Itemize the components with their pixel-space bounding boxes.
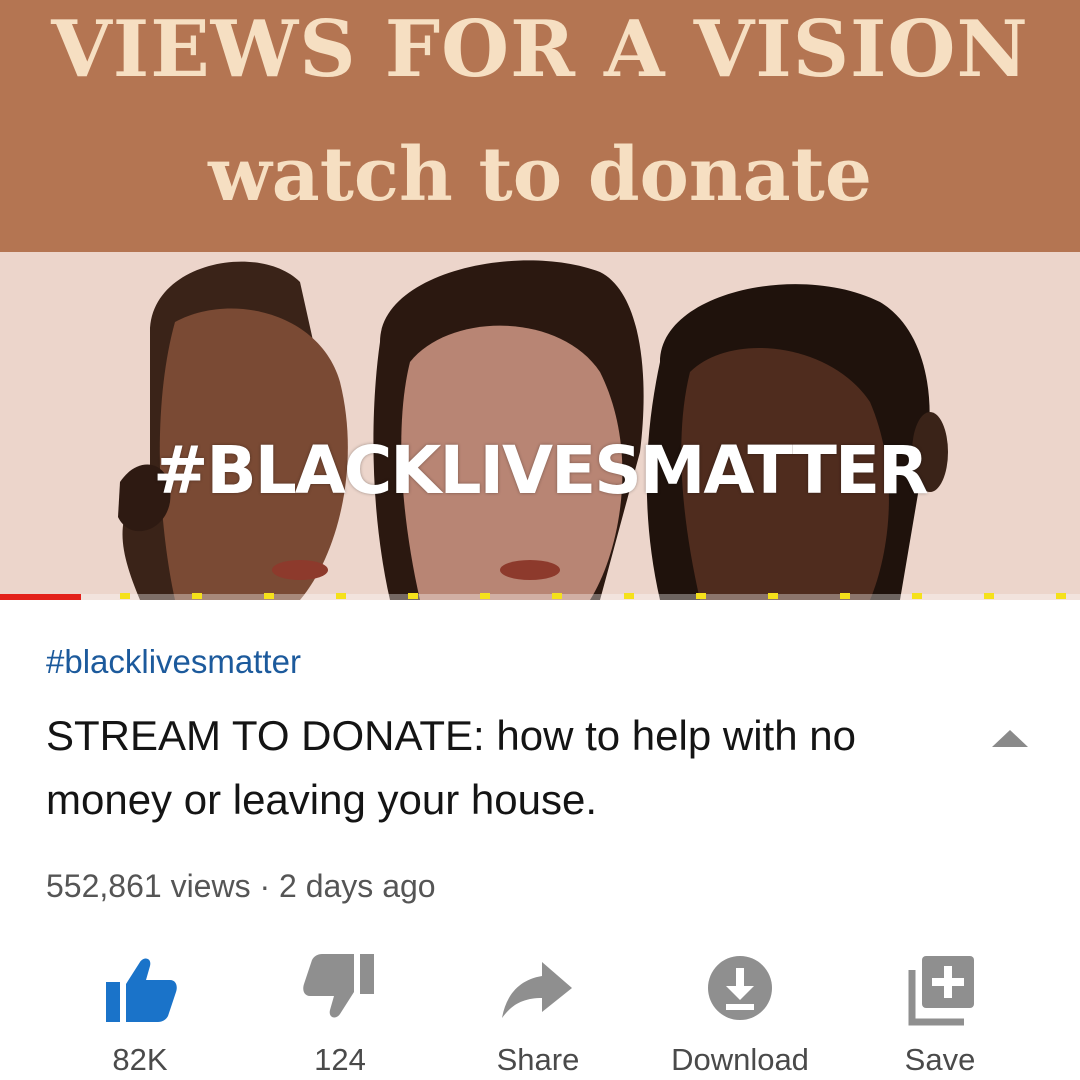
like-count: 82K (112, 1042, 168, 1077)
expand-description-button[interactable] (988, 726, 1032, 750)
share-button[interactable]: Share (438, 940, 638, 1080)
playlist-add-icon (908, 956, 974, 1026)
progress-bar-fill (0, 594, 81, 600)
dislike-count: 124 (314, 1042, 366, 1077)
share-arrow-icon (502, 962, 572, 1018)
save-label: Save (904, 1042, 976, 1077)
video-player[interactable]: VIEWS FOR A VISION watch to donate #BLAC… (0, 0, 1080, 600)
download-button[interactable]: Download (640, 940, 840, 1080)
dislike-button[interactable]: 124 (240, 940, 440, 1080)
share-label: Share (496, 1042, 580, 1077)
banner-title: VIEWS FOR A VISION (51, 4, 1029, 95)
download-label: Download (671, 1042, 809, 1077)
save-button[interactable]: Save (840, 940, 1040, 1080)
thumbs-down-icon (303, 954, 374, 1018)
video-title: STREAM TO DONATE: how to help with no mo… (46, 712, 856, 823)
thumbnail-banner: VIEWS FOR A VISION watch to donate (0, 0, 1080, 252)
view-count-and-date: 552,861 views · 2 days ago (46, 868, 436, 904)
ad-markers (120, 593, 1080, 599)
chevron-up-icon (992, 730, 1028, 747)
like-button[interactable]: 82K (40, 940, 240, 1080)
download-icon (708, 956, 772, 1020)
thumbnail-illustration (0, 252, 1080, 600)
thumbs-up-icon (106, 958, 177, 1022)
action-bar: 82K 124 Share Download Save (0, 940, 1080, 1080)
banner-subtitle: watch to donate (208, 132, 872, 218)
hashtag-link[interactable]: #blacklivesmatter (46, 643, 301, 681)
thumbnail-hashtag-overlay: #BLACKLIVESMATTER (153, 432, 929, 509)
